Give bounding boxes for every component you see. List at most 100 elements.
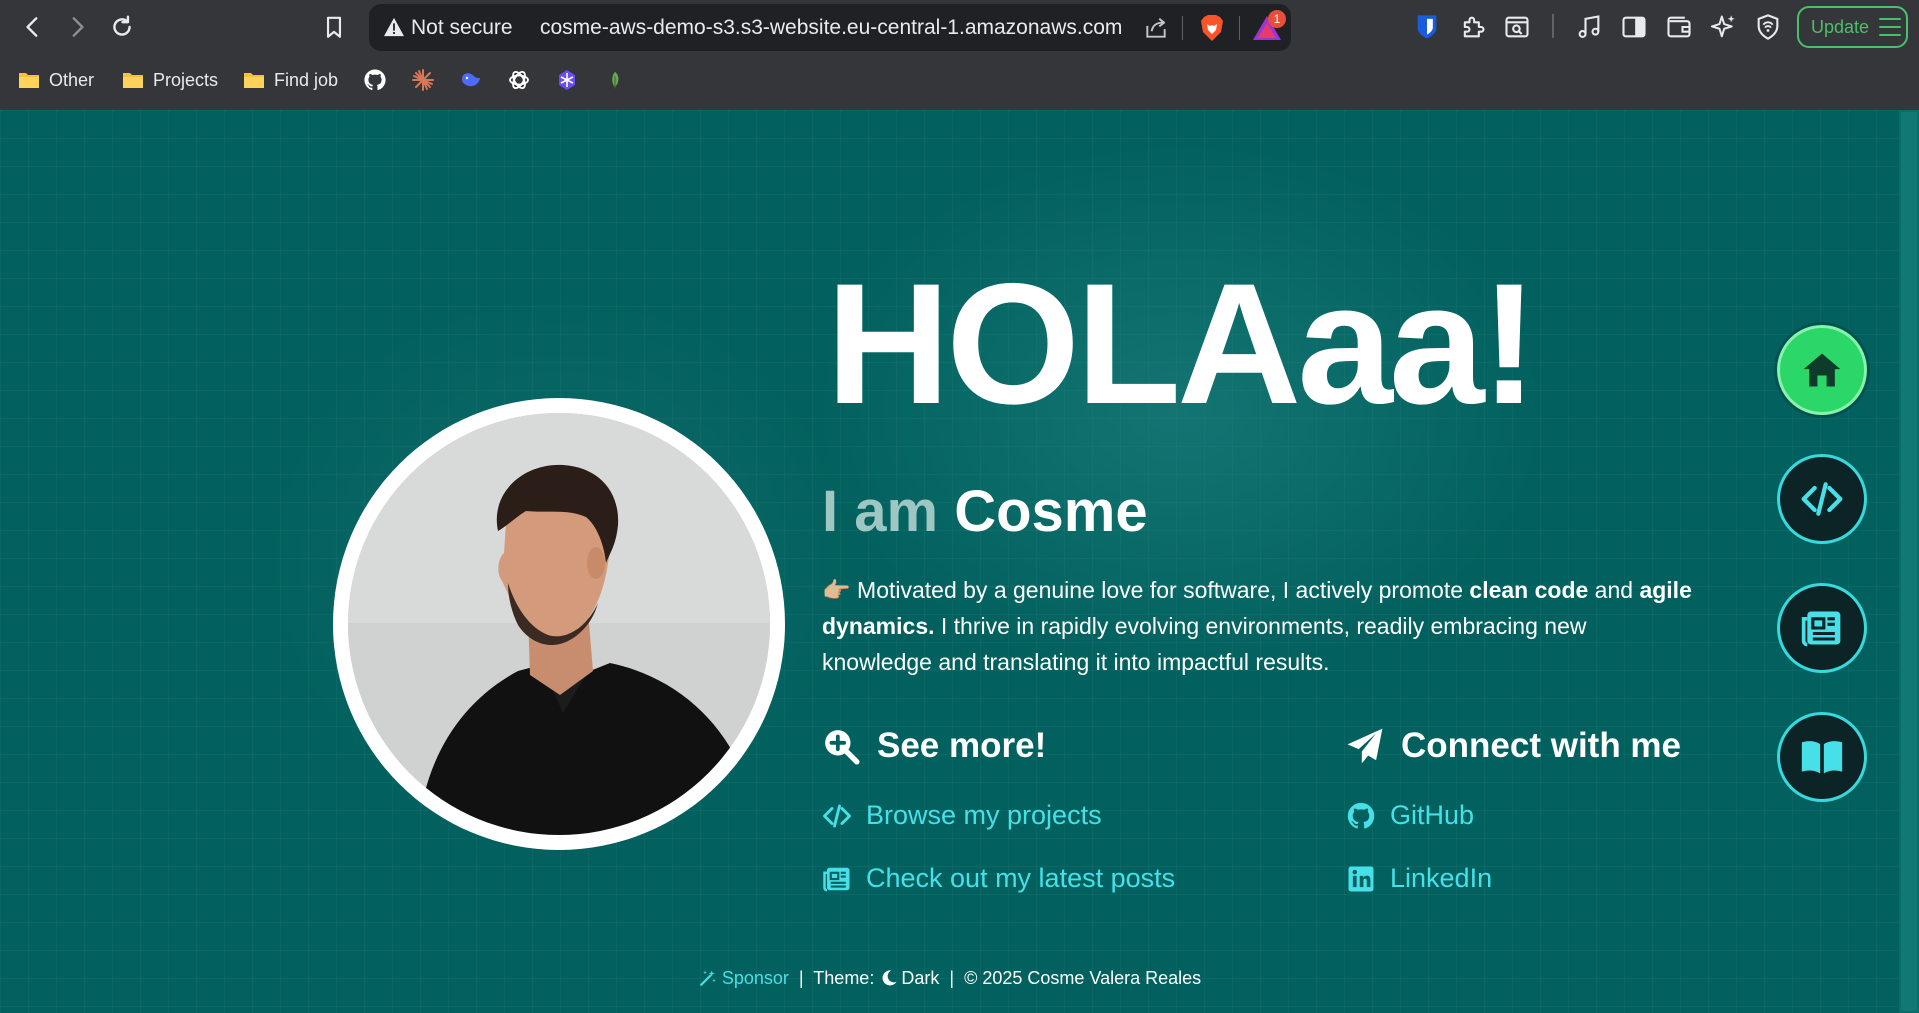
latest-posts-link[interactable]: Check out my latest posts: [822, 863, 1175, 894]
bitwarden-extension[interactable]: [1411, 11, 1443, 43]
address-bar[interactable]: Not secure cosme-aws-demo-s3.s3-website.…: [369, 4, 1291, 51]
bookmark-leaf[interactable]: [602, 67, 628, 93]
omnibox-divider: [1239, 16, 1240, 40]
bookmark-chatgpt[interactable]: [506, 67, 532, 93]
theme-toggle[interactable]: Dark: [879, 968, 939, 988]
folder-icon: [123, 73, 143, 88]
browser-chrome: Not secure cosme-aws-demo-s3.s3-website.…: [0, 0, 1919, 110]
see-more-label: See more!: [877, 726, 1047, 765]
profile-photo: [333, 398, 785, 850]
magic-wand-icon: [699, 970, 716, 986]
browse-projects-link[interactable]: Browse my projects: [822, 800, 1102, 831]
code-icon: [1801, 482, 1843, 516]
newspaper-icon: [823, 867, 850, 891]
brave-shields-icon[interactable]: [1197, 13, 1227, 43]
profile-photo-image: [348, 413, 770, 835]
bookmarks-bar: Other Projects Find job: [0, 60, 1919, 100]
page-footer: Sponsor | Theme: Dark | © 2025 Cosme Val…: [0, 968, 1899, 989]
bio-text: and: [1588, 577, 1640, 603]
sidebar-icon: [1622, 16, 1646, 38]
forward-button[interactable]: [58, 8, 96, 46]
copyright-text: © 2025 Cosme Valera Reales: [964, 968, 1202, 988]
side-nav-posts[interactable]: [1777, 583, 1867, 673]
sponsor-link[interactable]: Sponsor: [698, 968, 789, 988]
linkedin-icon: [1348, 866, 1374, 891]
bookmark-folder-find-job[interactable]: Find job: [243, 66, 338, 94]
wallet-icon: [1667, 16, 1691, 38]
bookmark-folder-other[interactable]: Other: [18, 66, 94, 94]
leo-ai-button[interactable]: [1707, 11, 1739, 43]
music-note-icon: [1578, 15, 1600, 38]
scrollbar-thumb[interactable]: [1901, 112, 1917, 1011]
paper-plane-icon: [1347, 728, 1383, 764]
url-text[interactable]: cosme-aws-demo-s3.s3-website.eu-central-…: [540, 16, 1122, 40]
bio-paragraph: 👉🏼 Motivated by a genuine love for softw…: [822, 572, 1702, 680]
bookmark-icon: [326, 16, 342, 38]
reload-icon: [113, 15, 131, 36]
bitwarden-icon: [1417, 15, 1437, 39]
pointing-hand-emoji: 👉🏼: [822, 577, 851, 603]
wallet-button[interactable]: [1663, 11, 1695, 43]
code-icon: [823, 804, 851, 827]
side-nav-projects[interactable]: [1777, 454, 1867, 544]
theme-value: Dark: [901, 968, 940, 988]
bookmark-folder-projects[interactable]: Projects: [122, 66, 218, 94]
connect-heading: Connect with me: [1346, 726, 1681, 766]
side-nav-home[interactable]: [1777, 325, 1867, 415]
intro-prefix: I am: [822, 479, 939, 544]
hamburger-menu-icon: [1879, 18, 1902, 36]
deepseek-icon: [462, 73, 480, 87]
github-label: GitHub: [1390, 800, 1475, 830]
zoom-in-icon: [825, 730, 860, 765]
bio-highlight-clean-code: clean code: [1469, 577, 1589, 603]
update-button[interactable]: Update: [1797, 6, 1908, 48]
theme-label: Theme:: [813, 968, 875, 988]
bookmark-claude[interactable]: [410, 67, 436, 93]
moon-icon: [882, 970, 897, 986]
side-nav-book[interactable]: [1777, 712, 1867, 802]
back-arrow-icon: [26, 17, 38, 37]
person-portrait: [348, 413, 770, 835]
bookmark-deepseek[interactable]: [458, 67, 484, 93]
latest-posts-label: Check out my latest posts: [866, 863, 1176, 893]
connect-label: Connect with me: [1401, 726, 1682, 765]
bookmark-github[interactable]: [362, 67, 388, 93]
intro-name: Cosme: [954, 479, 1148, 544]
bookmark-page-button[interactable]: [315, 8, 353, 46]
extensions-button[interactable]: [1457, 11, 1489, 43]
sponsor-label: Sponsor: [721, 968, 789, 988]
vpn-shield-icon: [1757, 14, 1779, 40]
perplexity-icon: [559, 70, 575, 90]
home-icon: [1803, 353, 1841, 387]
bookmark-label: Other: [49, 69, 95, 90]
forward-arrow-icon: [72, 17, 84, 37]
bookmark-perplexity[interactable]: [554, 67, 580, 93]
github-icon: [364, 69, 386, 91]
github-link[interactable]: GitHub: [1346, 800, 1474, 831]
rewards-badge: 1: [1268, 10, 1286, 28]
bio-text: Motivated by a genuine love for software…: [850, 577, 1470, 603]
leaf-icon: [612, 71, 619, 89]
footer-separator: |: [949, 968, 955, 988]
reload-button[interactable]: [103, 8, 141, 46]
folder-icon: [19, 73, 39, 88]
bookmark-label: Find job: [274, 69, 339, 90]
media-button[interactable]: [1573, 11, 1605, 43]
back-button[interactable]: [14, 8, 52, 46]
see-more-heading: See more!: [822, 726, 1046, 766]
toolbar-divider: [1552, 14, 1554, 38]
browse-projects-label: Browse my projects: [866, 800, 1102, 830]
bookmark-label: Projects: [153, 69, 219, 90]
linkedin-label: LinkedIn: [1390, 863, 1493, 893]
footer-separator: |: [798, 968, 804, 988]
omnibox-divider: [1182, 16, 1183, 40]
security-status[interactable]: Not secure: [411, 16, 513, 40]
sparkle-icon: [1710, 15, 1735, 38]
chatgpt-icon: [509, 70, 529, 90]
linkedin-link[interactable]: LinkedIn: [1346, 863, 1492, 894]
share-icon[interactable]: [1143, 15, 1169, 41]
page-search-button[interactable]: [1501, 11, 1533, 43]
vpn-button[interactable]: [1752, 11, 1784, 43]
update-label: Update: [1811, 16, 1870, 37]
sidebar-toggle-button[interactable]: [1618, 11, 1650, 43]
